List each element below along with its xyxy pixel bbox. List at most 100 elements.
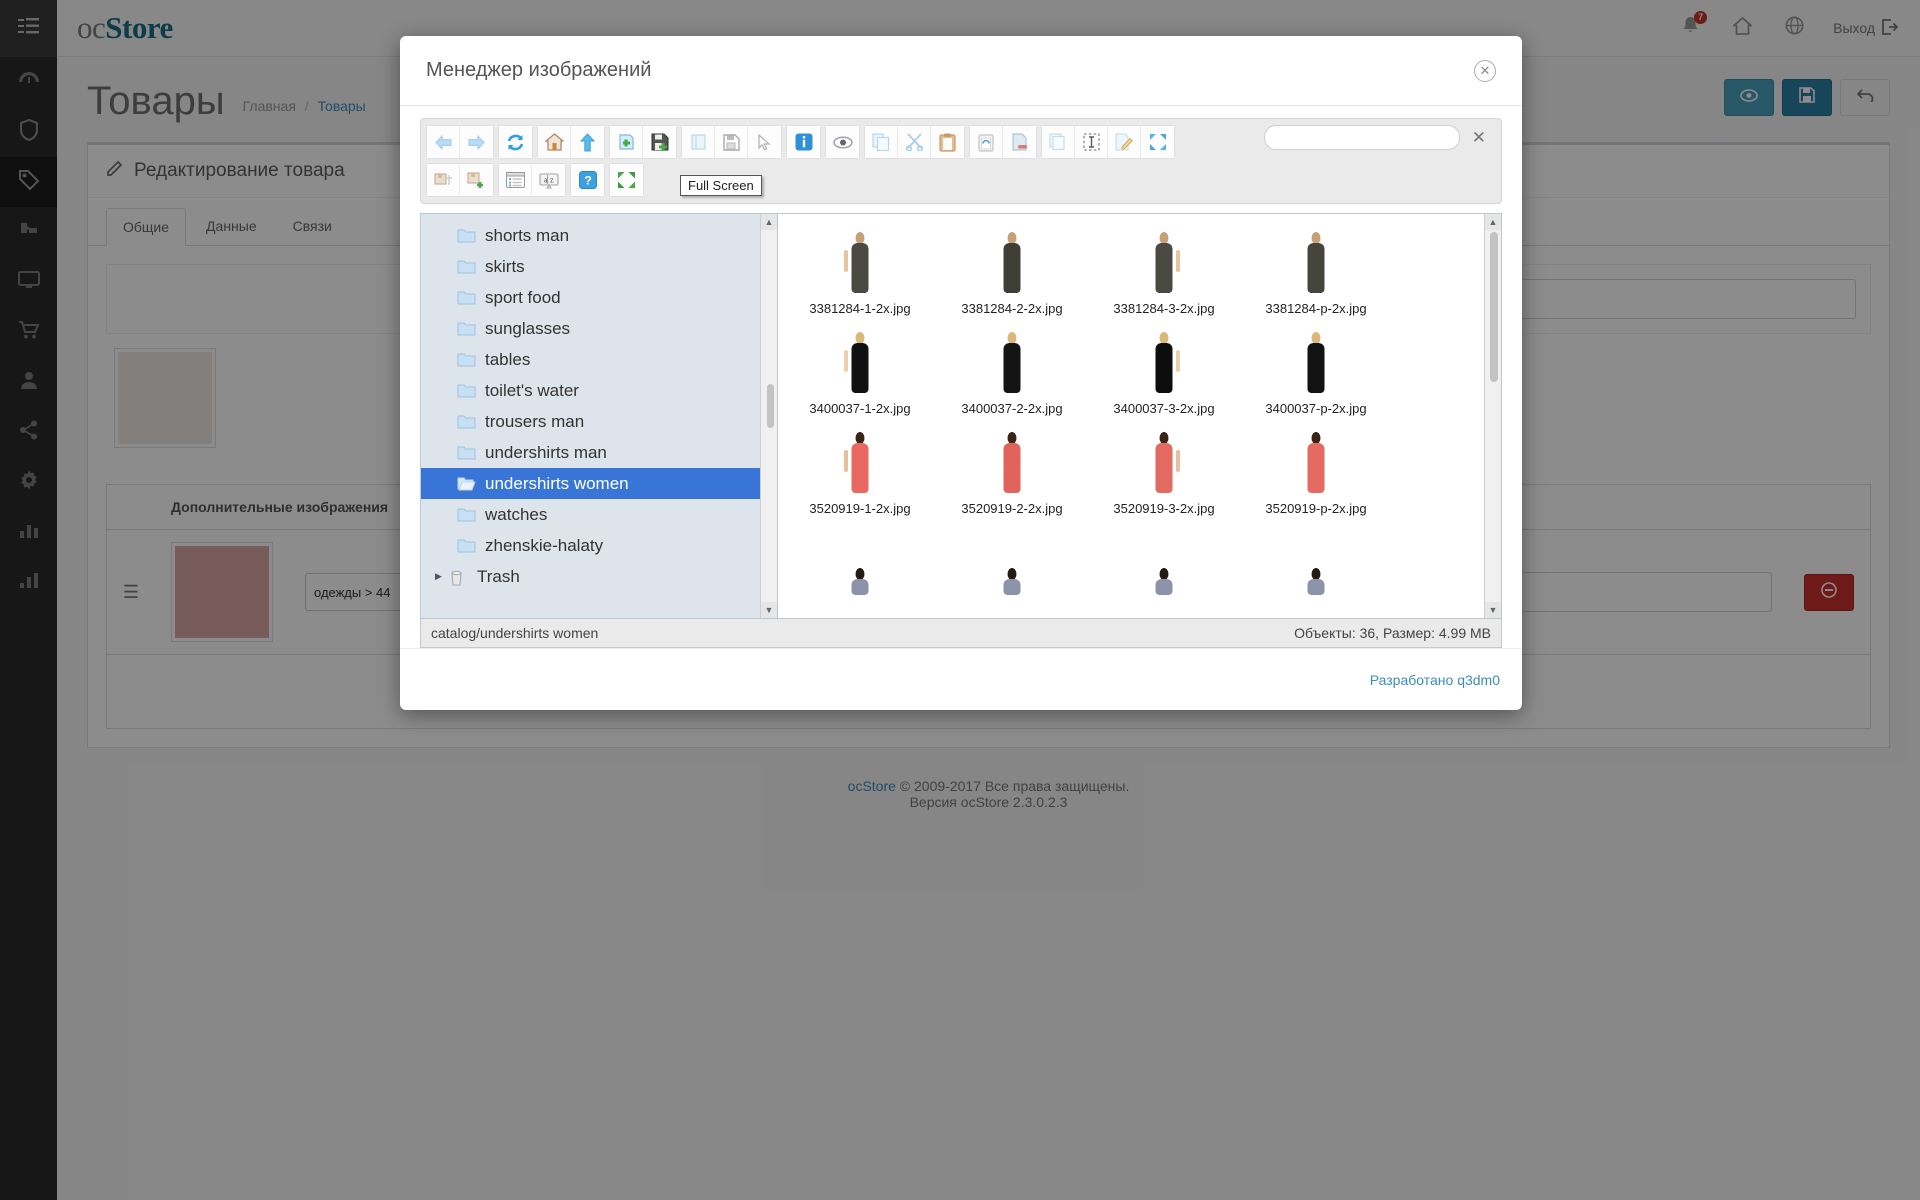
forward-button[interactable] xyxy=(460,126,493,158)
copy-button[interactable] xyxy=(865,126,898,158)
image-preview xyxy=(844,432,875,496)
tree-item-watches[interactable]: watches xyxy=(421,499,777,530)
open-folder-button[interactable] xyxy=(682,126,715,158)
file-item[interactable]: 3381284-2-2x.jpg xyxy=(936,224,1088,324)
select-button[interactable] xyxy=(748,126,781,158)
clear-icon[interactable]: ✕ xyxy=(1466,128,1492,148)
tree-item-shorts-man[interactable]: shorts man xyxy=(421,220,777,251)
list-view-icon xyxy=(505,172,525,188)
scroll-down-arrow[interactable]: ▼ xyxy=(761,602,777,618)
tree-scrollbar[interactable]: ▲ ▼ xyxy=(760,214,777,618)
search-input[interactable] xyxy=(1263,125,1460,150)
home-button[interactable] xyxy=(538,126,571,158)
refresh-button[interactable] xyxy=(499,126,532,158)
folder-open-icon xyxy=(690,133,707,151)
file-item[interactable] xyxy=(784,524,936,609)
tree-item-skirts[interactable]: skirts xyxy=(421,251,777,282)
back-button[interactable] xyxy=(427,126,460,158)
rename-button[interactable] xyxy=(970,126,1003,158)
tree-item-label: shorts man xyxy=(485,225,570,245)
file-item[interactable]: 3400037-1-2x.jpg xyxy=(784,324,936,424)
tree-item-toilets-water[interactable]: toilet's water xyxy=(421,375,777,406)
file-item[interactable]: 3520919-2-2x.jpg xyxy=(936,424,1088,524)
file-thumbnail xyxy=(938,430,1086,496)
duplicate-button[interactable] xyxy=(1042,126,1075,158)
fullscreen-tooltip: Full Screen xyxy=(680,175,762,196)
image-preview xyxy=(997,432,1027,496)
fullscreen-icon xyxy=(617,171,636,189)
chevron-right-icon[interactable]: ▶ xyxy=(435,571,449,582)
sort-button[interactable]: az xyxy=(532,164,565,196)
file-grid: 3381284-1-2x.jpg 3381284-2-2x.jpg 338128… xyxy=(778,214,1440,609)
file-thumbnail xyxy=(1090,230,1238,296)
file-item[interactable]: 3400037-3-2x.jpg xyxy=(1088,324,1240,424)
file-name: 3400037-1-2x.jpg xyxy=(809,401,911,416)
tree-item-undershirts-man[interactable]: undershirts man xyxy=(421,437,777,468)
file-item[interactable]: 3520919-3-2x.jpg xyxy=(1088,424,1240,524)
save-button[interactable] xyxy=(715,126,748,158)
tree-item-trash[interactable]: ▶ Trash xyxy=(421,561,777,592)
compress-button[interactable] xyxy=(460,164,493,196)
file-item[interactable]: 3520919-p-2x.jpg xyxy=(1240,424,1392,524)
cut-button[interactable] xyxy=(898,126,931,158)
fullscreen-button[interactable] xyxy=(610,164,643,196)
tree-scroll-thumb[interactable] xyxy=(767,384,774,428)
file-item[interactable]: 3400037-p-2x.jpg xyxy=(1240,324,1392,424)
file-name: 3381284-p-2x.jpg xyxy=(1265,301,1367,316)
tree-item-tables[interactable]: tables xyxy=(421,344,777,375)
view-list-button[interactable] xyxy=(499,164,532,196)
pencil-page-icon xyxy=(1115,133,1133,151)
tree-item-zhenskie-halaty[interactable]: zhenskie-halaty xyxy=(421,530,777,561)
pages-icon xyxy=(1049,133,1067,151)
scroll-down-arrow[interactable]: ▼ xyxy=(1485,602,1501,618)
modal-body: ✕ a z ? Full Screen shorts man skirts sp… xyxy=(400,106,1522,648)
file-item[interactable]: 3381284-3-2x.jpg xyxy=(1088,224,1240,324)
arrow-left-icon xyxy=(434,134,453,151)
resize-button[interactable] xyxy=(1141,126,1174,158)
tree-item-undershirts-women[interactable]: undershirts women xyxy=(421,468,777,499)
tree-item-label: undershirts women xyxy=(485,473,629,493)
page-delete-icon xyxy=(1011,133,1029,151)
file-thumbnail xyxy=(938,530,1086,596)
edit-button[interactable] xyxy=(1108,126,1141,158)
tree-item-trousers-man[interactable]: trousers man xyxy=(421,406,777,437)
scroll-up-arrow[interactable]: ▲ xyxy=(761,214,777,230)
select-all-button[interactable] xyxy=(1075,126,1108,158)
file-item[interactable]: 3400037-2-2x.jpg xyxy=(936,324,1088,424)
file-item[interactable] xyxy=(1240,524,1392,609)
file-item[interactable]: 3381284-p-2x.jpg xyxy=(1240,224,1392,324)
select-all-icon xyxy=(1082,133,1100,151)
help-button[interactable]: ? xyxy=(571,164,604,196)
file-item[interactable] xyxy=(936,524,1088,609)
close-icon[interactable]: ✕ xyxy=(1474,59,1496,82)
file-item[interactable]: 3520919-1-2x.jpg xyxy=(784,424,936,524)
file-manager-status-bar: catalog/undershirts women Объекты: 36, Р… xyxy=(420,619,1502,648)
tree-item-sunglasses[interactable]: sunglasses xyxy=(421,313,777,344)
upload-button[interactable] xyxy=(643,126,676,158)
info-button[interactable] xyxy=(787,126,820,158)
image-preview xyxy=(844,232,875,296)
file-thumbnail xyxy=(1242,430,1390,496)
file-thumbnail xyxy=(1090,330,1238,396)
extract-button[interactable] xyxy=(427,164,460,196)
delete-button[interactable] xyxy=(1003,126,1036,158)
tree-item-label: sunglasses xyxy=(485,318,571,338)
new-folder-button[interactable] xyxy=(610,126,643,158)
tree-item-sport-food[interactable]: sport food xyxy=(421,282,777,313)
file-grid-scrollbar[interactable]: ▲ ▼ xyxy=(1484,214,1501,618)
tree-item-label: tables xyxy=(485,349,531,369)
folder-icon xyxy=(457,383,476,398)
image-preview xyxy=(1149,432,1180,496)
preview-button[interactable] xyxy=(826,126,859,158)
toolbar-group-preview xyxy=(825,125,860,159)
scroll-up-arrow[interactable]: ▲ xyxy=(1485,214,1501,230)
file-item[interactable] xyxy=(1088,524,1240,609)
tree-item-label: skirts xyxy=(485,256,525,276)
parent-folder-button[interactable] xyxy=(571,126,604,158)
file-item[interactable]: 3381284-1-2x.jpg xyxy=(784,224,936,324)
paste-button[interactable] xyxy=(931,126,964,158)
developer-link[interactable]: Разработано q3dm0 xyxy=(1370,672,1500,688)
file-grid-scroll-thumb[interactable] xyxy=(1490,232,1498,382)
image-preview xyxy=(1301,432,1331,496)
file-thumbnail xyxy=(786,530,934,596)
